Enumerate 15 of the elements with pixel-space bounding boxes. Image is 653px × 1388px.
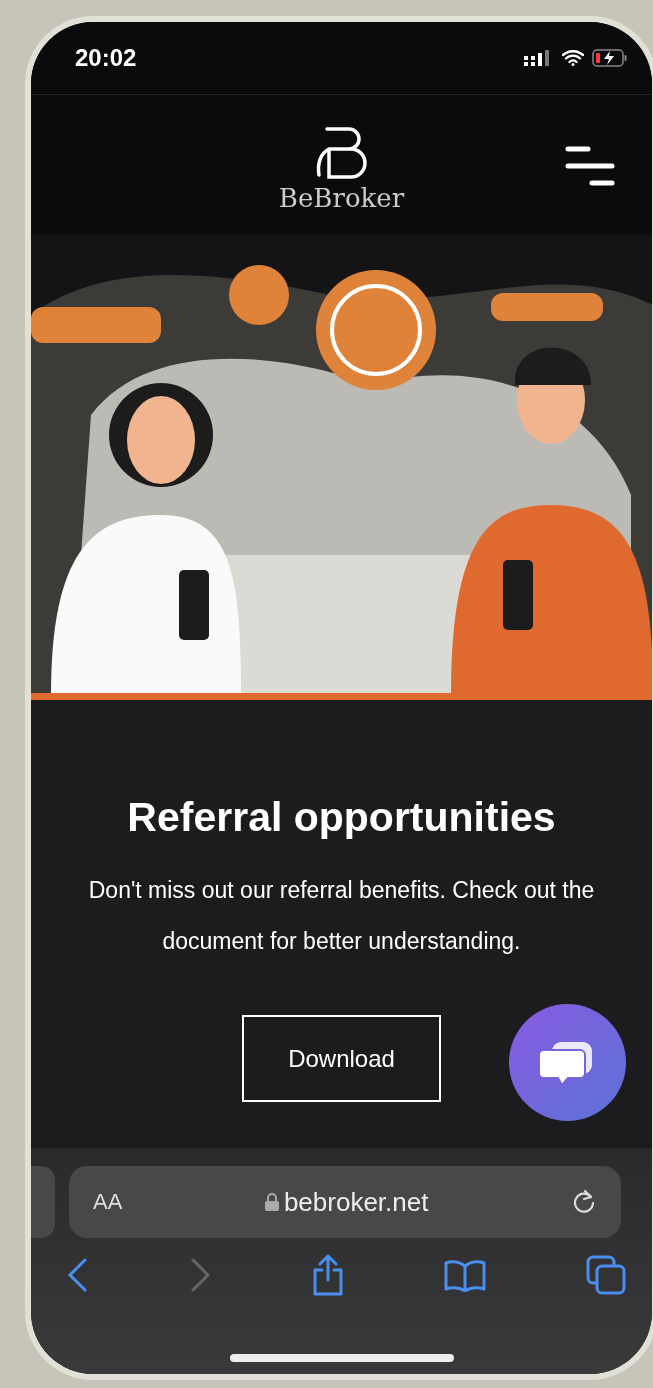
back-button[interactable]: [67, 1258, 89, 1292]
tabs-button[interactable]: [586, 1255, 626, 1295]
reload-icon[interactable]: [571, 1189, 597, 1215]
section-title: Referral opportunities: [127, 794, 556, 841]
download-button[interactable]: Download: [242, 1015, 441, 1102]
section-description: Don't miss out our referral benefits. Check out the document for better understanding.: [87, 876, 596, 956]
address-bar[interactable]: AA bebroker.net: [69, 1166, 621, 1238]
url-text: bebroker.net: [283, 1186, 429, 1218]
wifi-icon: [562, 50, 584, 66]
bookmarks-button[interactable]: [444, 1258, 487, 1292]
brand-name: BeBroker: [278, 183, 405, 213]
text-size-button[interactable]: AA: [93, 1189, 123, 1215]
lock-icon: [264, 1193, 279, 1211]
status-time: 20:02: [75, 44, 137, 72]
battery-icon: [592, 49, 628, 67]
